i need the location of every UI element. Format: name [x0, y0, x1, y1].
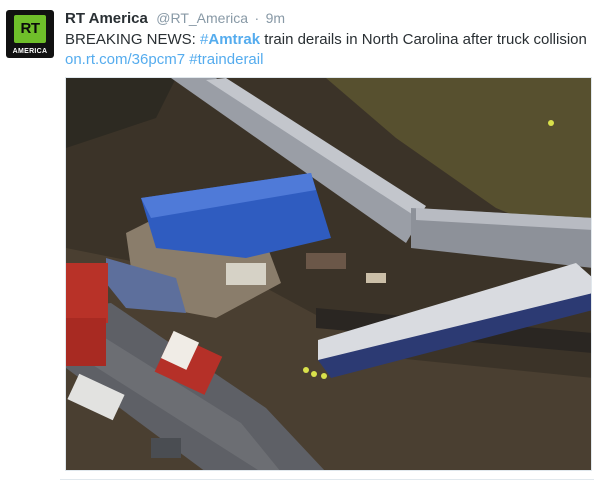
hashtag-trainderail[interactable]: #trainderail — [189, 51, 263, 68]
photo-debris-white — [226, 263, 266, 285]
photo-responder-4 — [548, 120, 554, 126]
photo-debris-box — [366, 273, 386, 283]
tweet-photo[interactable] — [65, 77, 592, 471]
avatar-subtext: AMERICA — [12, 48, 48, 55]
tweet-card: RT AMERICA RT America @RT_America · 9m B… — [0, 0, 594, 483]
photo-fire-truck-1 — [66, 263, 108, 323]
divider — [60, 479, 594, 480]
photo-fire-truck-2 — [66, 318, 106, 366]
tweet-header: RT America @RT_America · 9m — [65, 10, 285, 28]
rt-logo-icon: RT — [14, 15, 46, 43]
photo-responder-1 — [303, 367, 309, 373]
photo-responder-2 — [311, 371, 317, 377]
hashtag-word: Amtrak — [208, 31, 261, 48]
train-derailment-photo — [66, 78, 591, 470]
tweet-timestamp[interactable]: 9m — [266, 10, 285, 26]
tweet-text-body: train derails in North Carolina after tr… — [260, 31, 587, 48]
tweet-link[interactable]: on.rt.com/36pcm7 — [65, 51, 185, 68]
photo-responder-3 — [321, 373, 327, 379]
author-handle[interactable]: @RT_America — [156, 10, 248, 26]
author-name[interactable]: RT America — [65, 10, 148, 27]
photo-wood-pallets — [306, 253, 346, 269]
avatar[interactable]: RT AMERICA — [6, 10, 54, 58]
separator-dot: · — [254, 10, 260, 26]
tweet-text-prefix: BREAKING NEWS: — [65, 31, 201, 48]
hashtag-amtrak[interactable]: #Amtrak — [200, 31, 260, 48]
tweet-text: BREAKING NEWS: #Amtrak train derails in … — [65, 30, 590, 70]
photo-car — [151, 438, 181, 458]
